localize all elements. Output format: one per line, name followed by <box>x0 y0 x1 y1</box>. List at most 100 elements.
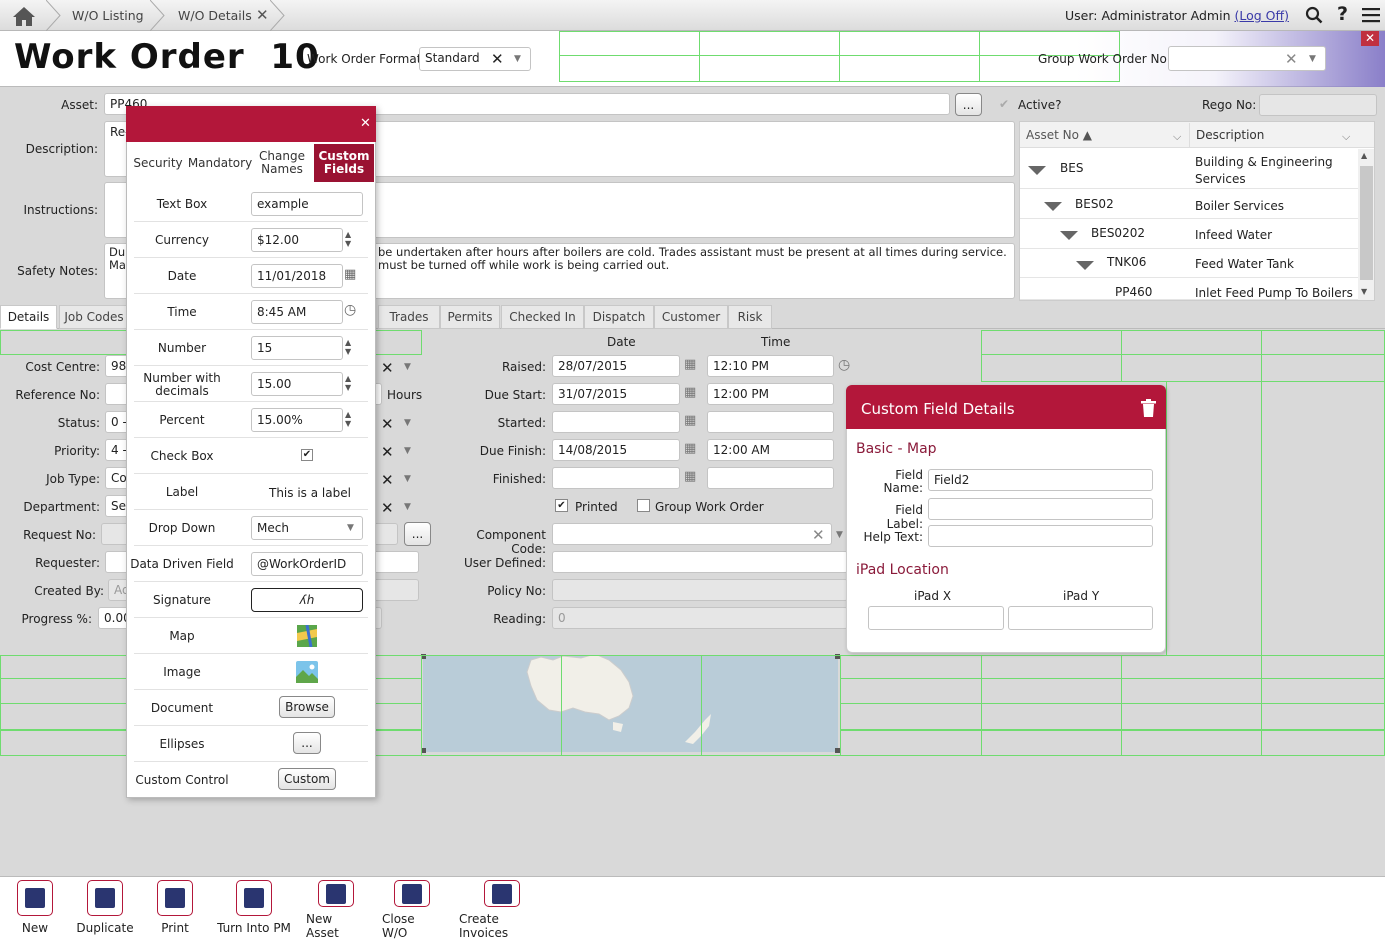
due-finish-time-input[interactable]: 12:00 AM <box>707 439 834 461</box>
chevron-down-icon[interactable]: ▼ <box>404 502 411 512</box>
asset-lookup-button[interactable]: ... <box>955 93 982 116</box>
print-button[interactable]: Print <box>155 880 195 940</box>
tab-security[interactable]: Security <box>130 144 186 182</box>
scroll-down-icon[interactable]: ▼ <box>1361 287 1367 296</box>
asset-no-column-header[interactable]: Asset No ▲ <box>1026 128 1092 142</box>
clear-icon[interactable]: ✕ <box>491 50 504 68</box>
clear-icon[interactable]: ✕ <box>381 499 394 517</box>
signature-icon[interactable]: ʎh <box>251 588 363 612</box>
scroll-up-icon[interactable]: ▲ <box>1361 151 1367 160</box>
image-icon[interactable] <box>296 661 318 683</box>
field-label-input[interactable] <box>928 498 1153 520</box>
collapse-icon[interactable] <box>1044 202 1062 211</box>
calendar-icon[interactable]: ▦ <box>344 267 356 282</box>
spinner-icon[interactable]: ▲ ▼ <box>345 338 1382 356</box>
finished-date-input[interactable] <box>552 467 680 489</box>
ipad-y-input[interactable] <box>1008 606 1153 630</box>
request-no-input[interactable] <box>101 523 129 545</box>
calendar-icon[interactable]: ▦ <box>684 357 696 372</box>
home-icon[interactable] <box>0 0 48 31</box>
scrollbar-thumb[interactable] <box>1360 166 1373 280</box>
search-icon[interactable] <box>1305 6 1323 24</box>
new-button[interactable]: New <box>15 880 55 940</box>
chevron-down-icon[interactable]: ⌵ <box>1173 130 1181 144</box>
clear-icon[interactable]: ✕ <box>381 471 394 489</box>
breadcrumb-wo-details[interactable]: W/O Details <box>178 0 252 31</box>
date-field[interactable]: 11/01/2018 <box>251 264 343 288</box>
clock-icon[interactable]: ◷ <box>838 357 850 373</box>
chevron-down-icon[interactable]: ▼ <box>836 530 843 540</box>
tab-checked-in[interactable]: Checked In <box>501 305 584 329</box>
clear-icon[interactable]: ✕ <box>812 526 825 544</box>
tab-permits[interactable]: Permits <box>440 305 500 329</box>
policy-no-input[interactable] <box>552 579 848 601</box>
finished-time-input[interactable] <box>707 467 834 489</box>
clear-icon[interactable]: ✕ <box>381 443 394 461</box>
due-finish-date-input[interactable]: 14/08/2015 <box>552 439 680 461</box>
printed-checkbox[interactable]: ✔ <box>555 499 568 512</box>
currency-field[interactable]: $12.00 <box>251 228 343 252</box>
chevron-down-icon[interactable]: ⌵ <box>1342 130 1350 144</box>
component-code-select[interactable] <box>552 523 832 545</box>
time-field[interactable]: 8:45 AM <box>251 300 343 324</box>
tab-details[interactable]: Details <box>0 305 57 329</box>
spinner-icon[interactable]: ▲ ▼ <box>345 230 1382 248</box>
map-icon[interactable] <box>297 625 317 647</box>
logoff-link[interactable]: (Log Off) <box>1234 8 1289 23</box>
chevron-down-icon[interactable]: ▼ <box>1309 54 1316 64</box>
request-lookup-button[interactable]: ... <box>404 522 431 546</box>
close-icon[interactable]: ✕ <box>1361 31 1379 46</box>
tree-row[interactable] <box>1020 190 1358 219</box>
user-defined-input[interactable] <box>552 551 848 573</box>
tab-change-names[interactable]: Change Names <box>254 144 310 182</box>
clear-icon[interactable]: ✕ <box>1285 50 1298 68</box>
clock-icon[interactable]: ◷ <box>344 302 356 318</box>
tree-row[interactable] <box>1020 250 1358 278</box>
check-box-field[interactable]: ✔ <box>301 449 313 461</box>
close-wo-button[interactable]: Close W/O <box>382 880 442 940</box>
text-box-field[interactable]: example <box>251 192 363 216</box>
close-icon[interactable]: ✕ <box>360 116 371 131</box>
help-text-input[interactable] <box>928 525 1153 547</box>
chevron-down-icon[interactable]: ▼ <box>347 523 354 533</box>
data-driven-field[interactable]: @WorkOrderID <box>251 552 363 576</box>
chevron-down-icon[interactable]: ▼ <box>404 474 411 484</box>
group-wo-checkbox[interactable] <box>637 499 650 512</box>
ellipses-button[interactable]: ... <box>293 732 321 754</box>
menu-icon[interactable] <box>1362 7 1380 23</box>
tab-mandatory[interactable]: Mandatory <box>188 144 252 182</box>
collapse-icon[interactable] <box>1076 261 1094 270</box>
chevron-down-icon[interactable]: ▼ <box>404 446 411 456</box>
chevron-down-icon[interactable]: ▼ <box>514 54 521 64</box>
breadcrumb-wo-listing[interactable]: W/O Listing <box>72 0 144 31</box>
close-tab-icon[interactable]: ✕ <box>256 6 269 24</box>
duplicate-button[interactable]: Duplicate <box>76 880 134 940</box>
ipad-x-input[interactable] <box>868 606 1004 630</box>
tab-job-codes[interactable]: Job Codes <box>59 305 129 329</box>
tab-customer[interactable]: Customer <box>654 305 728 329</box>
field-name-input[interactable]: Field2 <box>928 469 1153 491</box>
progress-input[interactable]: 0.00 <box>98 607 129 629</box>
new-asset-button[interactable]: New Asset <box>306 880 366 940</box>
custom-button[interactable]: Custom <box>278 768 336 790</box>
tab-trades[interactable]: Trades <box>378 305 440 329</box>
tab-dispatch[interactable]: Dispatch <box>584 305 654 329</box>
create-invoices-button[interactable]: Create Invoices <box>459 880 545 940</box>
browse-button[interactable]: Browse <box>279 696 335 718</box>
tab-risk[interactable]: Risk <box>728 305 772 329</box>
calendar-icon[interactable]: ▦ <box>684 441 696 456</box>
number-decimals-field[interactable]: 15.00 <box>251 372 343 396</box>
rego-input[interactable] <box>1259 94 1377 116</box>
number-field[interactable]: 15 <box>251 336 343 360</box>
reading-input[interactable]: 0 <box>552 607 848 629</box>
turn-into-pm-button[interactable]: Turn Into PM <box>217 880 291 940</box>
tab-custom-fields[interactable]: Custom Fields <box>314 144 374 182</box>
percent-field[interactable]: 15.00% <box>251 408 343 432</box>
collapse-icon[interactable] <box>1028 166 1046 175</box>
chevron-down-icon[interactable]: ▼ <box>404 362 411 372</box>
calendar-icon[interactable]: ▦ <box>684 469 696 484</box>
active-checkbox[interactable]: ✔ <box>999 97 1009 111</box>
group-wo-select[interactable] <box>1168 46 1326 71</box>
trash-icon[interactable] <box>1141 399 1156 417</box>
description-column-header[interactable]: Description <box>1196 128 1264 142</box>
